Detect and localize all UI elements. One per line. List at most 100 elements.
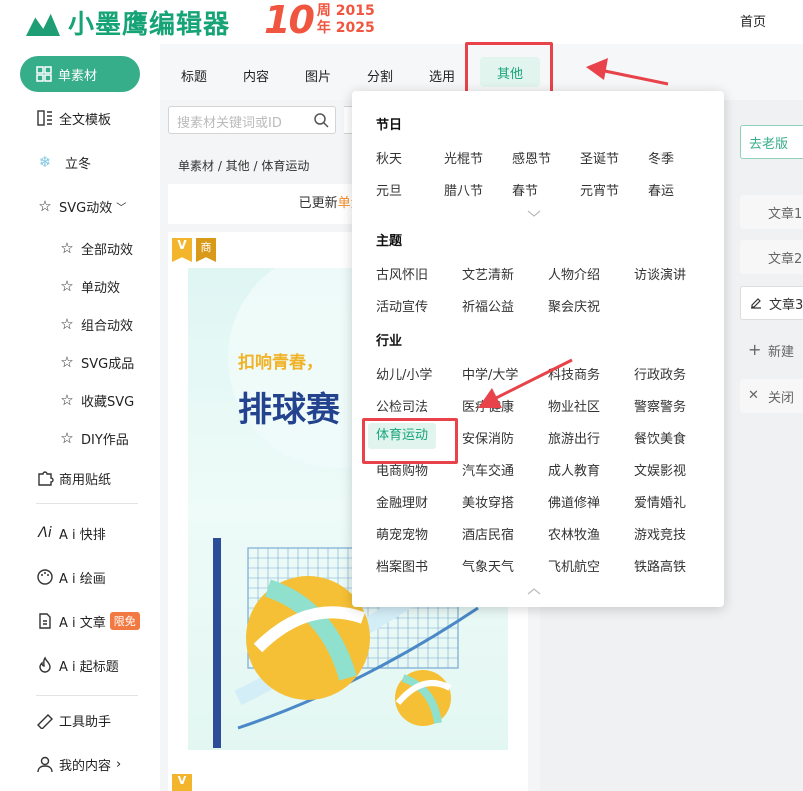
puzzle-icon bbox=[38, 471, 54, 486]
dropdown-item[interactable]: 腊八节 bbox=[444, 180, 483, 199]
dropdown-item[interactable]: 金融理财 bbox=[376, 492, 428, 511]
chevron-down-icon[interactable] bbox=[527, 210, 541, 218]
dropdown-item[interactable]: 圣诞节 bbox=[580, 148, 619, 167]
dropdown-item[interactable]: 中学/大学 bbox=[462, 364, 518, 383]
dropdown-item[interactable]: 档案图书 bbox=[376, 556, 428, 575]
dropdown-item[interactable]: 医疗健康 bbox=[462, 396, 514, 415]
close-label: 关闭 bbox=[768, 390, 795, 406]
dropdown-item[interactable]: 公检司法 bbox=[376, 396, 428, 415]
sidebar-sub-svg-finished[interactable]: ☆ SVG成品 bbox=[58, 351, 134, 373]
dropdown-item[interactable]: 聚会庆祝 bbox=[548, 296, 600, 315]
dropdown-item[interactable]: 旅游出行 bbox=[548, 428, 600, 447]
dropdown-item[interactable]: 佛道修禅 bbox=[548, 492, 600, 511]
article-1-tab[interactable]: 文章1 bbox=[740, 195, 803, 229]
sidebar-sub-diy-works[interactable]: ☆ DIY作品 bbox=[58, 427, 129, 449]
sidebar-item-ai-article[interactable]: A i 文章 限免 bbox=[36, 610, 140, 632]
sidebar-sub-label: 单动效 bbox=[81, 280, 121, 296]
dropdown-item[interactable]: 游戏竞技 bbox=[634, 524, 686, 543]
logo-text: 小墨鹰编辑器 bbox=[68, 10, 231, 40]
star-icon: ☆ bbox=[60, 277, 74, 295]
commercial-tag: 商 bbox=[196, 238, 216, 262]
old-version-button[interactable]: 去老版 bbox=[740, 125, 803, 159]
dropdown-item[interactable]: 警察警务 bbox=[634, 396, 686, 415]
dropdown-item[interactable]: 祈福公益 bbox=[462, 296, 514, 315]
home-link[interactable]: 首页 bbox=[740, 11, 766, 30]
dropdown-item[interactable]: 元旦 bbox=[376, 180, 402, 199]
dropdown-item[interactable]: 萌宠宠物 bbox=[376, 524, 428, 543]
dropdown-item[interactable]: 幼儿/小学 bbox=[376, 364, 432, 383]
dropdown-item[interactable]: 光棍节 bbox=[444, 148, 483, 167]
sidebar-item-label: 商用贴纸 bbox=[59, 472, 112, 488]
dropdown-item[interactable]: 古风怀旧 bbox=[376, 264, 428, 283]
search-input[interactable]: 搜素材关键词或ID bbox=[168, 106, 336, 134]
single-material-button[interactable]: 单素材 bbox=[20, 56, 140, 92]
dropdown-item[interactable]: 飞机航空 bbox=[548, 556, 600, 575]
search-icon[interactable] bbox=[313, 112, 329, 128]
sidebar-item-label: A i 绘画 bbox=[59, 571, 106, 587]
tab-title[interactable]: 标题 bbox=[181, 66, 207, 85]
dropdown-item[interactable]: 文艺清新 bbox=[462, 264, 514, 283]
dropdown-item[interactable]: 文娱影视 bbox=[634, 460, 686, 479]
chevron-right-icon: › bbox=[116, 756, 122, 772]
dropdown-item[interactable]: 餐饮美食 bbox=[634, 428, 686, 447]
dropdown-item[interactable]: 科技商务 bbox=[548, 364, 600, 383]
sidebar-item-ai-painting[interactable]: A i 绘画 bbox=[36, 566, 106, 588]
article-label: 文章2 bbox=[768, 251, 803, 267]
tab-select[interactable]: 选用 bbox=[429, 66, 455, 85]
dropdown-item[interactable]: 美妆穿搭 bbox=[462, 492, 514, 511]
dropdown-item[interactable]: 行政政务 bbox=[634, 364, 686, 383]
sidebar-divider bbox=[36, 695, 138, 696]
dropdown-item[interactable]: 人物介绍 bbox=[548, 264, 600, 283]
sidebar-item-ai-title[interactable]: A i 起标题 bbox=[36, 654, 119, 676]
sidebar-sub-single-effect[interactable]: ☆ 单动效 bbox=[58, 275, 120, 297]
dropdown-item[interactable]: 安保消防 bbox=[462, 428, 514, 447]
update-prefix: 已更新 bbox=[298, 196, 338, 211]
dropdown-item[interactable]: 冬季 bbox=[648, 148, 674, 167]
article-label: 文章1 bbox=[768, 206, 803, 222]
dropdown-item[interactable]: 秋天 bbox=[376, 148, 402, 167]
sidebar-sub-combo-effect[interactable]: ☆ 组合动效 bbox=[58, 313, 133, 335]
dropdown-item[interactable]: 汽车交通 bbox=[462, 460, 514, 479]
dropdown-item[interactable]: 活动宣传 bbox=[376, 296, 428, 315]
dropdown-item[interactable]: 酒店民宿 bbox=[462, 524, 514, 543]
sidebar-sub-all-effects[interactable]: ☆ 全部动效 bbox=[58, 237, 133, 259]
sidebar-item-tools[interactable]: 工具助手 bbox=[36, 709, 111, 731]
dropdown-item[interactable]: 感恩节 bbox=[512, 148, 551, 167]
dropdown-item[interactable]: 农林牧渔 bbox=[548, 524, 600, 543]
anniversary-number: 10 bbox=[264, 0, 315, 42]
dropdown-item[interactable]: 元宵节 bbox=[580, 180, 619, 199]
chevron-up-icon[interactable] bbox=[527, 587, 541, 595]
tab-divider[interactable]: 分割 bbox=[367, 66, 393, 85]
tab-image[interactable]: 图片 bbox=[305, 66, 331, 85]
sidebar-item-label: A i 快排 bbox=[59, 527, 106, 543]
sidebar-item-lidong[interactable]: ❄ 立冬 bbox=[36, 151, 91, 173]
sidebar-item-my-content[interactable]: 我的内容 › bbox=[36, 753, 121, 775]
top-header: 小墨鹰编辑器 10 周 2015 年 2025 首页 bbox=[0, 0, 803, 44]
sidebar-item-svg-effects[interactable]: ☆ SVG动效 ﹀ bbox=[36, 195, 126, 217]
sidebar-item-full-template[interactable]: 全文模板 bbox=[36, 107, 111, 129]
tab-content[interactable]: 内容 bbox=[243, 66, 269, 85]
dropdown-item[interactable]: 铁路高铁 bbox=[634, 556, 686, 575]
article-2-tab[interactable]: 文章2 bbox=[740, 240, 803, 274]
dropdown-item[interactable]: 春节 bbox=[512, 180, 538, 199]
dropdown-item[interactable]: 访谈演讲 bbox=[634, 264, 686, 283]
dropdown-item[interactable]: 成人教育 bbox=[548, 460, 600, 479]
dropdown-item[interactable]: 物业社区 bbox=[548, 396, 600, 415]
chevron-down-icon: ﹀ bbox=[116, 202, 127, 214]
sidebar-item-label: A i 文章 bbox=[59, 615, 106, 631]
sidebar-sub-label: 组合动效 bbox=[81, 318, 134, 334]
anniversary-line1: 周 2015 bbox=[316, 3, 375, 19]
material-card[interactable]: V bbox=[168, 772, 528, 791]
edit-icon bbox=[751, 298, 761, 309]
dropdown-item[interactable]: 气象天气 bbox=[462, 556, 514, 575]
dropdown-item[interactable]: 春运 bbox=[648, 180, 674, 199]
new-article-button[interactable]: + 新建 bbox=[740, 333, 803, 367]
sidebar-sub-favorite-svg[interactable]: ☆ 收藏SVG bbox=[58, 389, 134, 411]
sidebar-item-stickers[interactable]: 商用贴纸 bbox=[36, 467, 111, 489]
logo[interactable]: 小墨鹰编辑器 bbox=[24, 4, 230, 41]
article-3-tab[interactable]: 文章3 bbox=[740, 286, 803, 320]
sidebar-item-ai-layout[interactable]: Λi A i 快排 bbox=[36, 522, 106, 544]
dropdown-item[interactable]: 爱情婚礼 bbox=[634, 492, 686, 511]
annotation-highlight-sports bbox=[362, 418, 458, 464]
close-article-button[interactable]: ✕ 关闭 bbox=[740, 379, 803, 413]
